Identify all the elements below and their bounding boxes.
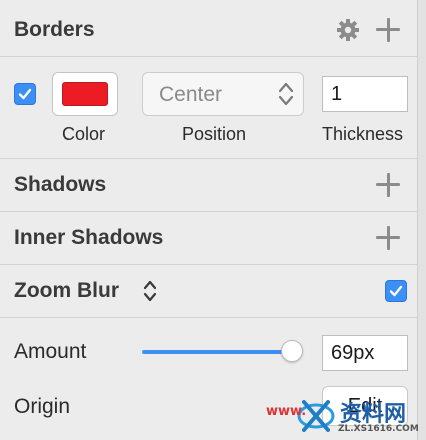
amount-slider-track[interactable]: [142, 350, 292, 354]
origin-label: Origin: [14, 395, 71, 418]
zoom-blur-section-header: Zoom Blur: [0, 265, 418, 318]
add-shadow-icon[interactable]: [376, 173, 400, 197]
border-color-swatch: [62, 82, 108, 106]
gear-icon[interactable]: [336, 18, 360, 42]
amount-slider-knob[interactable]: [281, 340, 303, 362]
shadows-title: Shadows: [14, 173, 107, 196]
amount-label: Amount: [14, 340, 87, 363]
blur-type-chevron-icon[interactable]: [143, 279, 157, 308]
amount-field[interactable]: 69px: [322, 335, 408, 371]
zoom-blur-title[interactable]: Zoom Blur: [14, 279, 119, 303]
shadows-section-header: Shadows: [0, 159, 418, 212]
border-position-value: Center: [159, 83, 223, 106]
position-caption: Position: [182, 124, 247, 144]
borders-title: Borders: [14, 18, 95, 41]
inner-shadows-title: Inner Shadows: [14, 226, 164, 249]
add-border-icon[interactable]: [376, 18, 400, 42]
inner-shadows-section-header: Inner Shadows: [0, 212, 418, 265]
watermark-logo: www. 资料网 ZL.XS1616.COM: [266, 392, 422, 438]
watermark-url: ZL.XS1616.COM: [338, 424, 419, 434]
border-color-well[interactable]: [52, 72, 118, 116]
border-enabled-checkbox[interactable]: [14, 83, 36, 105]
borders-section-header: Borders: [0, 4, 418, 57]
color-caption: Color: [62, 124, 106, 144]
chevron-up-down-icon: [277, 80, 295, 113]
thickness-caption: Thickness: [322, 124, 404, 144]
border-thickness-field[interactable]: 1: [322, 76, 408, 112]
add-inner-shadow-icon[interactable]: [376, 226, 400, 250]
panel-edge: [417, 0, 426, 440]
watermark-www: www.: [266, 404, 307, 419]
zoom-blur-enabled-checkbox[interactable]: [385, 280, 407, 302]
border-position-select[interactable]: Center: [142, 72, 304, 116]
